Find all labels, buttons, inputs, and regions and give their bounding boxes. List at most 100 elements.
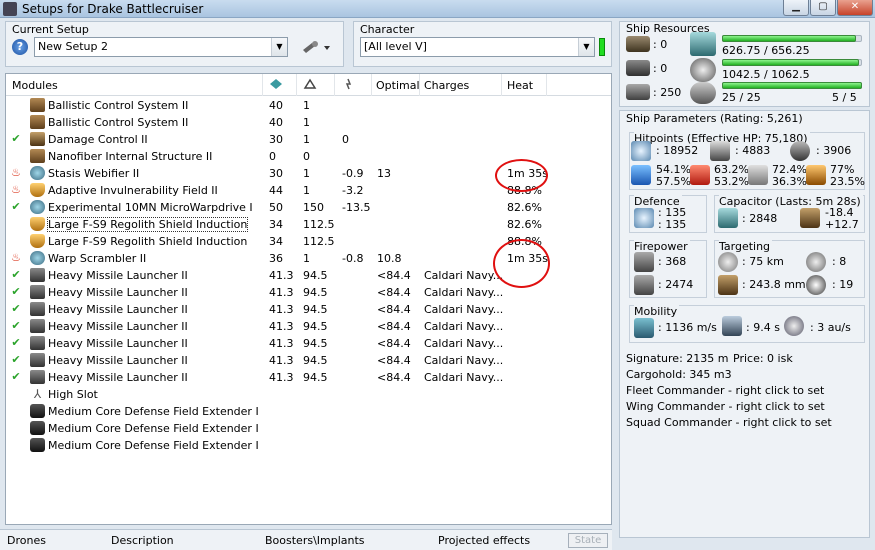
state-button[interactable]: State — [568, 533, 608, 548]
turret-hardpoints: : 0 — [653, 38, 668, 51]
module-state-icon[interactable] — [10, 235, 22, 247]
module-optimal: 13 — [377, 167, 391, 180]
module-heat: 82.6% — [507, 201, 542, 214]
module-state-icon[interactable] — [10, 116, 22, 128]
title-bar: Setups for Drake Battlecruiser ▁ ▢ ✕ — [0, 0, 875, 18]
help-icon[interactable]: ? — [12, 39, 28, 55]
module-optimal: <84.4 — [377, 354, 411, 367]
setup-select[interactable]: New Setup 2 ▼ — [34, 37, 288, 57]
table-row[interactable]: ✔ Damage Control II 30 1 0 — [6, 131, 611, 148]
module-state-icon[interactable]: ✔ — [10, 286, 22, 298]
module-capacitor: -13.5 — [342, 201, 371, 214]
kinetic-resist-armor: 36.3% — [772, 175, 807, 188]
rig-icon — [30, 438, 45, 452]
module-state-icon[interactable] — [10, 99, 22, 111]
table-row[interactable]: ⅄ High Slot — [6, 386, 611, 403]
module-charge[interactable]: Caldari Navy... — [424, 371, 503, 384]
module-state-icon[interactable] — [10, 439, 22, 451]
modules-header: Modules Optimal Charges Heat — [6, 74, 611, 96]
module-state-icon[interactable] — [10, 422, 22, 434]
module-state-icon[interactable]: ✔ — [10, 354, 22, 366]
module-name: Nanofiber Internal Structure II — [48, 150, 213, 163]
module-state-icon[interactable]: ✔ — [10, 133, 22, 145]
module-name: Ballistic Control System II — [48, 116, 189, 129]
module-charge[interactable]: Caldari Navy... — [424, 320, 503, 333]
module-state-icon[interactable] — [10, 218, 22, 230]
header-heat[interactable]: Heat — [507, 79, 533, 92]
module-name: Large F-S9 Regolith Shield Induction — [46, 217, 249, 232]
module-charge[interactable]: Caldari Navy... — [424, 286, 503, 299]
volley-icon — [634, 275, 654, 295]
maximize-button[interactable]: ▢ — [810, 0, 836, 16]
cpu-bar — [722, 35, 856, 42]
missile-launcher-icon — [30, 353, 45, 367]
module-charge[interactable]: Caldari Navy... — [424, 269, 503, 282]
setup-tools-button[interactable] — [300, 39, 334, 55]
header-modules[interactable]: Modules — [12, 79, 58, 92]
tab-boosters-implants[interactable]: Boosters\Implants — [265, 534, 365, 547]
module-charge[interactable]: Caldari Navy... — [424, 303, 503, 316]
module-cpu: 34 — [269, 235, 283, 248]
module-cpu: 41.3 — [269, 303, 294, 316]
module-cpu: 41.3 — [269, 354, 294, 367]
module-state-icon[interactable]: ✔ — [10, 337, 22, 349]
signature-radius: Signature: 2135 m — [626, 352, 729, 365]
window-title: Setups for Drake Battlecruiser — [22, 2, 204, 16]
module-state-icon[interactable] — [10, 150, 22, 162]
table-row[interactable]: ✔ Heavy Missile Launcher II 41.3 94.5 <84.4 C… — [6, 369, 611, 386]
module-state-icon[interactable]: ✔ — [10, 269, 22, 281]
module-charge[interactable]: Caldari Navy... — [424, 354, 503, 367]
module-state-icon[interactable] — [10, 388, 22, 400]
current-setup-label: Current Setup — [12, 23, 89, 36]
character-select[interactable]: [All level V] ▼ — [360, 37, 595, 57]
module-state-icon[interactable]: ✔ — [10, 371, 22, 383]
tab-description[interactable]: Description — [111, 534, 174, 547]
capacitor-header-icon[interactable] — [342, 78, 354, 93]
minimize-button[interactable]: ▁ — [783, 0, 809, 16]
close-button[interactable]: ✕ — [837, 0, 873, 16]
module-cpu: 41.3 — [269, 371, 294, 384]
table-row[interactable]: ✔ Heavy Missile Launcher II 41.3 94.5 <84.4 C… — [6, 335, 611, 352]
ship-parameters-panel: Ship Parameters (Rating: 5,261) Hitpoint… — [619, 110, 870, 538]
table-row[interactable]: ✔ Experimental 10MN MicroWarpdrive I 50 150… — [6, 199, 611, 216]
cpu-header-icon[interactable] — [269, 78, 283, 93]
table-row[interactable]: ✔ Heavy Missile Launcher II 41.3 94.5 <84.4 C… — [6, 301, 611, 318]
module-state-icon[interactable]: ✔ — [10, 303, 22, 315]
module-state-icon[interactable]: ♨ — [10, 252, 22, 264]
table-row[interactable]: Large F-S9 Regolith Shield Induction 34 11… — [6, 216, 611, 233]
table-row[interactable]: Medium Core Defense Field Extender I — [6, 403, 611, 420]
power-header-icon[interactable] — [303, 78, 317, 93]
module-state-icon[interactable]: ✔ — [10, 201, 22, 213]
module-cpu: 41.3 — [269, 320, 294, 333]
module-icon — [30, 251, 45, 265]
module-cpu: 41.3 — [269, 337, 294, 350]
thermal-resist-icon — [690, 165, 710, 185]
header-charges[interactable]: Charges — [424, 79, 469, 92]
module-state-icon[interactable]: ♨ — [10, 184, 22, 196]
table-row[interactable]: Ballistic Control System II 40 1 — [6, 97, 611, 114]
squad-commander[interactable]: Squad Commander - right click to set — [626, 416, 832, 429]
module-state-icon[interactable] — [10, 405, 22, 417]
module-power: 150 — [303, 201, 324, 214]
table-row[interactable]: ✔ Heavy Missile Launcher II 41.3 94.5 <84.4 C… — [6, 318, 611, 335]
module-name: Medium Core Defense Field Extender I — [48, 439, 259, 452]
rig-icon — [30, 404, 45, 418]
tab-projected-effects[interactable]: Projected effects — [438, 534, 530, 547]
table-row[interactable]: Medium Core Defense Field Extender I — [6, 420, 611, 437]
module-power: 1 — [303, 167, 310, 180]
wing-commander[interactable]: Wing Commander - right click to set — [626, 400, 825, 413]
header-optimal[interactable]: Optimal — [376, 79, 420, 92]
table-row[interactable]: Medium Core Defense Field Extender I — [6, 437, 611, 454]
module-cpu: 41.3 — [269, 269, 294, 282]
table-row[interactable]: Ballistic Control System II 40 1 — [6, 114, 611, 131]
module-icon — [30, 200, 45, 214]
module-state-icon[interactable]: ♨ — [10, 167, 22, 179]
tab-drones[interactable]: Drones — [7, 534, 46, 547]
module-power: 94.5 — [303, 303, 328, 316]
fleet-commander[interactable]: Fleet Commander - right click to set — [626, 384, 824, 397]
explosive-resist-armor: 23.5% — [830, 175, 865, 188]
module-state-icon[interactable]: ✔ — [10, 320, 22, 332]
module-name: High Slot — [48, 388, 98, 401]
module-charge[interactable]: Caldari Navy... — [424, 337, 503, 350]
table-row[interactable]: ✔ Heavy Missile Launcher II 41.3 94.5 <84.4 C… — [6, 352, 611, 369]
